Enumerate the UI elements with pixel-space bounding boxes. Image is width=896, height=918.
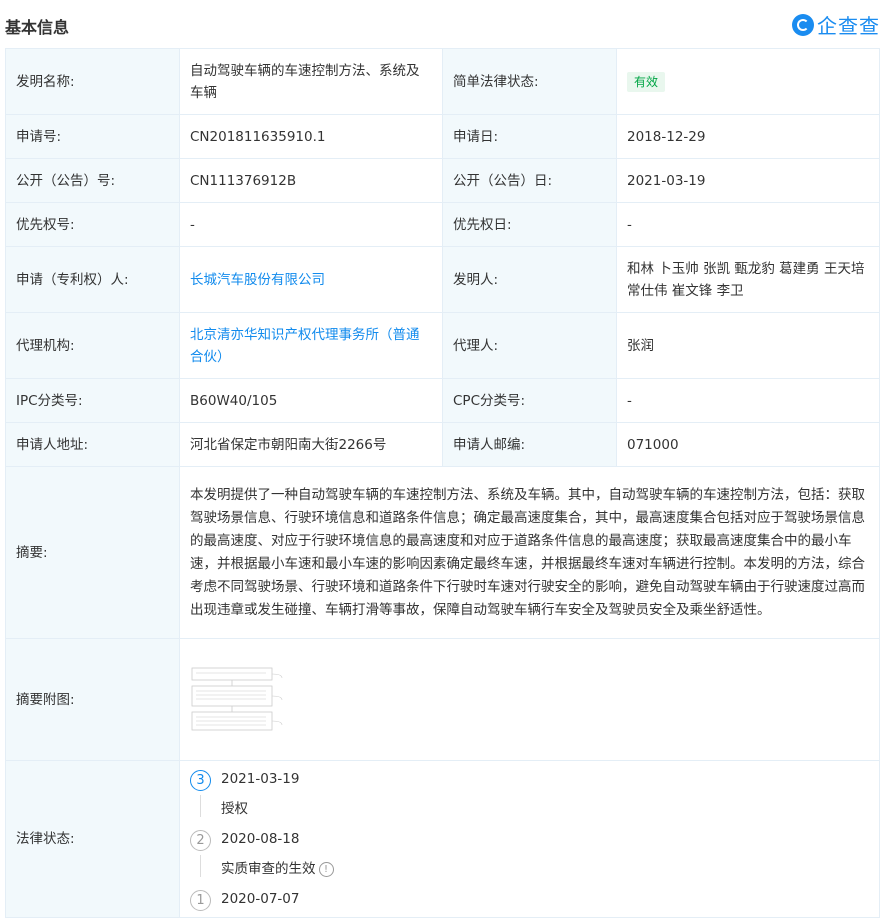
legal-status-timeline: 3 2021-03-19 授权 2 2020-08-18 实质审查的生效! 1 … (190, 761, 869, 917)
event-date: 2021-03-19 (221, 771, 300, 787)
logo-icon (792, 13, 814, 36)
event-date: 2020-07-07 (221, 891, 300, 907)
table-row: 申请号: CN201811635910.1 申请日: 2018-12-29 (5, 114, 880, 159)
legal-status-label: 简单法律状态: (442, 48, 617, 115)
info-icon[interactable]: ! (318, 861, 334, 877)
publication-date-value: 2021-03-19 (616, 158, 880, 203)
priority-date-label: 优先权日: (442, 202, 617, 247)
publication-date-label: 公开（公告）日: (442, 158, 617, 203)
table-row: 申请人地址: 河北省保定市朝阳南大街2266号 申请人邮编: 071000 (5, 422, 880, 467)
ipc-value: B60W40/105 (179, 378, 443, 423)
invention-name-label: 发明名称: (5, 48, 180, 115)
cpc-label: CPC分类号: (442, 378, 617, 423)
application-no-label: 申请号: (5, 114, 180, 159)
abstract-figure-label: 摘要附图: (5, 638, 180, 761)
applicant-label: 申请（专利权）人: (5, 246, 180, 313)
address-label: 申请人地址: (5, 422, 180, 467)
application-date-label: 申请日: (442, 114, 617, 159)
table-row: 法律状态: 3 2021-03-19 授权 2 2020-08-18 实质审查的… (5, 760, 880, 918)
table-row: 发明名称: 自动驾驶车辆的车速控制方法、系统及车辆 简单法律状态: 有效 (5, 48, 880, 115)
agent-value: 张润 (616, 312, 880, 379)
abstract-figure-thumbnail[interactable] (190, 664, 290, 736)
application-no-value: CN201811635910.1 (179, 114, 443, 159)
event-description: 实质审查的生效 (221, 861, 316, 877)
table-row: 代理机构: 北京清亦华知识产权代理事务所（普通合伙） 代理人: 张润 (5, 312, 880, 379)
legal-status-history-label: 法律状态: (5, 760, 180, 918)
publication-no-value: CN111376912B (179, 158, 443, 203)
step-number-2: 2 (190, 830, 211, 851)
logo-text: 企查查 (817, 14, 880, 38)
publication-no-label: 公开（公告）号: (5, 158, 180, 203)
timeline-event: 1 2020-07-07 (190, 887, 869, 917)
section-header: 基本信息 企查查 (0, 0, 896, 48)
event-date: 2020-08-18 (221, 831, 300, 847)
table-row: 摘要附图: (5, 638, 880, 761)
abstract-label: 摘要: (5, 466, 180, 639)
priority-no-value: - (179, 202, 443, 247)
inventor-value: 和林 卜玉帅 张凯 甄龙豹 葛建勇 王天培 常仕伟 崔文锋 李卫 (616, 246, 880, 313)
application-date-value: 2018-12-29 (616, 114, 880, 159)
agency-link[interactable]: 北京清亦华知识产权代理事务所（普通合伙） (190, 327, 420, 365)
table-row: 优先权号: - 优先权日: - (5, 202, 880, 247)
table-row: 公开（公告）号: CN111376912B 公开（公告）日: 2021-03-1… (5, 158, 880, 203)
ipc-label: IPC分类号: (5, 378, 180, 423)
agency-label: 代理机构: (5, 312, 180, 379)
timeline-event: 3 2021-03-19 (190, 767, 869, 797)
step-number-3: 3 (190, 770, 211, 791)
cpc-value: - (616, 378, 880, 423)
agent-label: 代理人: (442, 312, 617, 379)
timeline-event: 2 2020-08-18 (190, 827, 869, 857)
step-number-1: 1 (190, 890, 211, 911)
priority-no-label: 优先权号: (5, 202, 180, 247)
event-description: 授权 (221, 801, 248, 817)
basic-info-table: 发明名称: 自动驾驶车辆的车速控制方法、系统及车辆 简单法律状态: 有效 申请号… (5, 48, 880, 918)
invention-name-value: 自动驾驶车辆的车速控制方法、系统及车辆 (179, 48, 443, 115)
status-badge: 有效 (627, 71, 666, 92)
inventor-label: 发明人: (442, 246, 617, 313)
table-row: IPC分类号: B60W40/105 CPC分类号: - (5, 378, 880, 423)
priority-date-value: - (616, 202, 880, 247)
section-title: 基本信息 (5, 18, 70, 37)
table-row: 摘要: 本发明提供了一种自动驾驶车辆的车速控制方法、系统及车辆。其中，自动驾驶车… (5, 466, 880, 639)
postcode-label: 申请人邮编: (442, 422, 617, 467)
address-value: 河北省保定市朝阳南大街2266号 (179, 422, 443, 467)
applicant-link[interactable]: 长城汽车股份有限公司 (190, 272, 325, 288)
postcode-value: 071000 (616, 422, 880, 467)
qichacha-logo[interactable]: 企查查 (792, 10, 880, 39)
table-row: 申请（专利权）人: 长城汽车股份有限公司 发明人: 和林 卜玉帅 张凯 甄龙豹 … (5, 246, 880, 313)
abstract-text: 本发明提供了一种自动驾驶车辆的车速控制方法、系统及车辆。其中，自动驾驶车辆的车速… (179, 466, 880, 639)
